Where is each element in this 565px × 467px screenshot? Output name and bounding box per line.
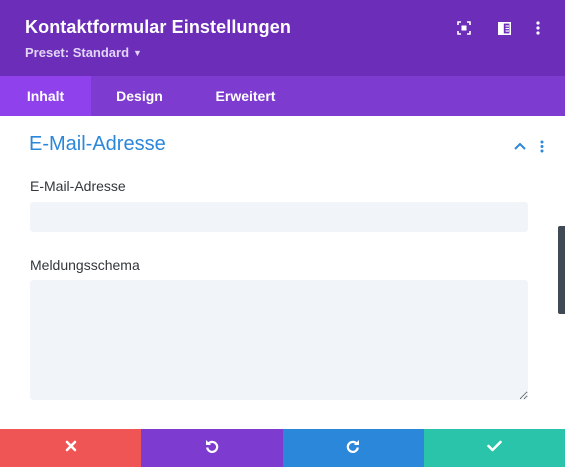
scrollbar-thumb[interactable] [558,226,565,314]
email-field-label: E-Mail-Adresse [30,178,126,194]
tab-inhalt[interactable]: Inhalt [0,76,91,116]
section-more-icon[interactable] [538,138,546,154]
redo-button[interactable] [282,429,424,467]
modal-header: Kontaktformular Einstellungen Preset: St… [0,0,565,76]
cancel-button[interactable] [0,429,142,467]
tab-label: Inhalt [26,88,65,104]
split-view-icon[interactable] [495,19,513,37]
chevron-up-icon[interactable] [513,138,527,154]
tab-erweitert[interactable]: Erweitert [188,76,303,116]
settings-tabs: Inhalt Design Erweitert [0,76,565,116]
modal-footer [0,429,565,467]
save-button[interactable] [423,429,565,467]
tab-label: Erweitert [215,88,276,104]
tab-design[interactable]: Design [91,76,188,116]
caret-down-icon: ▼ [133,47,142,58]
close-icon [65,439,77,457]
email-field[interactable] [30,202,528,232]
check-icon [487,439,502,457]
message-pattern-textarea[interactable] [30,280,528,400]
more-vertical-icon[interactable] [529,19,547,37]
redo-icon [345,438,361,459]
message-pattern-label: Meldungsschema [30,257,140,273]
tab-label: Design [116,88,163,104]
undo-button[interactable] [141,429,283,467]
undo-icon [204,438,220,459]
preset-dropdown[interactable]: Preset: Standard ▼ [25,45,142,60]
settings-content: E-Mail-Adresse E-Mail-Adresse Meldungssc… [0,116,565,429]
section-title[interactable]: E-Mail-Adresse [29,133,166,156]
modal-title: Kontaktformular Einstellungen [25,17,291,37]
preset-label: Preset: Standard [25,45,130,60]
focus-icon[interactable] [455,19,473,37]
